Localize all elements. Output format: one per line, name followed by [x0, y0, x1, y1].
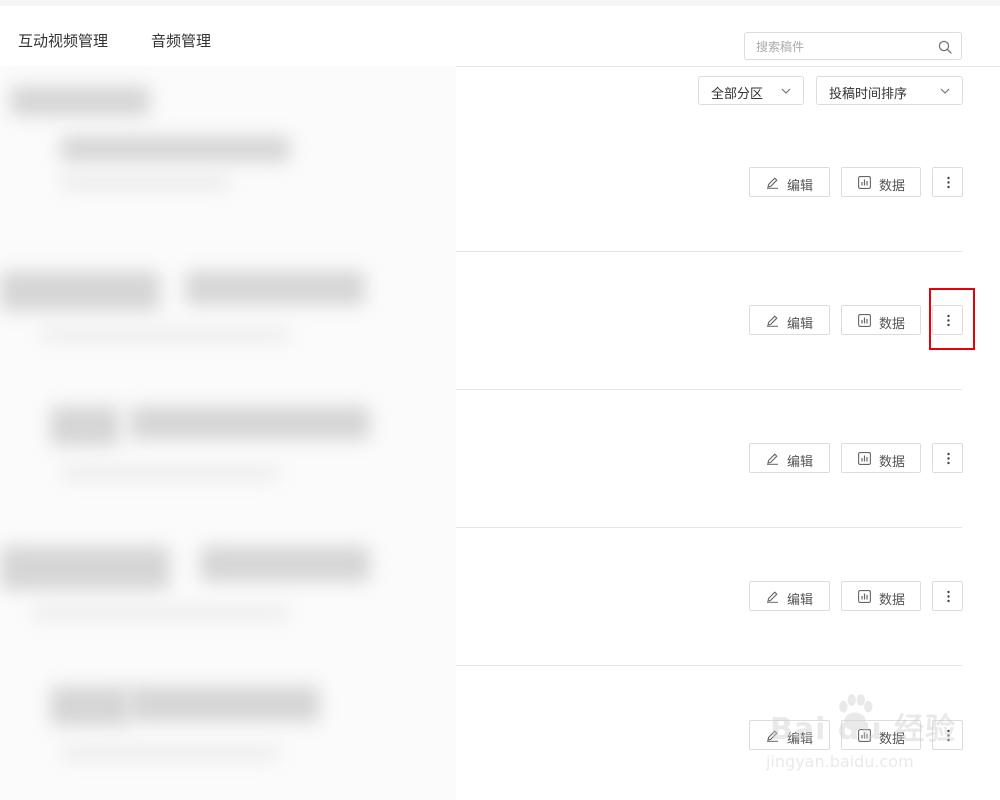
more-button[interactable] — [932, 443, 963, 473]
sort-value: 投稿时间排序 — [829, 87, 908, 102]
more-vertical-icon — [947, 176, 950, 189]
top-nav: 互动视频管理 音频管理 — [0, 6, 1000, 67]
category-filter-dropdown[interactable]: 全部分区 — [698, 76, 804, 105]
data-button-label: 数据 — [879, 593, 906, 608]
video-row: 编辑 数据 — [0, 252, 1000, 390]
pencil-icon — [767, 177, 778, 189]
edit-button-label: 编辑 — [787, 455, 814, 470]
bar-chart-icon — [858, 176, 871, 189]
more-vertical-icon — [947, 452, 950, 465]
edit-button-label: 编辑 — [787, 732, 814, 747]
data-button[interactable]: 数据 — [841, 443, 921, 473]
video-row: 编辑 数据 — [0, 666, 1000, 800]
bar-chart-icon — [858, 452, 871, 465]
edit-button[interactable]: 编辑 — [749, 305, 830, 335]
bar-chart-icon — [858, 314, 871, 327]
blurred-thumbnail — [10, 86, 150, 116]
pencil-icon — [767, 730, 778, 742]
data-button[interactable]: 数据 — [841, 305, 921, 335]
search-input[interactable] — [754, 38, 938, 56]
bar-chart-icon — [858, 590, 871, 603]
video-row: 编辑 数据 — [0, 114, 1000, 252]
more-button[interactable] — [932, 305, 963, 335]
pencil-icon — [767, 453, 778, 465]
data-button[interactable]: 数据 — [841, 720, 921, 750]
sort-dropdown[interactable]: 投稿时间排序 — [816, 76, 963, 105]
more-vertical-icon — [947, 729, 950, 742]
edit-button[interactable]: 编辑 — [749, 581, 830, 611]
edit-button-label: 编辑 — [787, 179, 814, 194]
search-box[interactable] — [744, 32, 962, 60]
data-button-label: 数据 — [879, 179, 906, 194]
data-button-label: 数据 — [879, 317, 906, 332]
pencil-icon — [767, 591, 778, 603]
edit-button-label: 编辑 — [787, 317, 814, 332]
data-button-label: 数据 — [879, 732, 906, 747]
data-button[interactable]: 数据 — [841, 581, 921, 611]
edit-button-label: 编辑 — [787, 593, 814, 608]
more-vertical-icon — [947, 314, 950, 327]
more-button[interactable] — [932, 581, 963, 611]
edit-button[interactable]: 编辑 — [749, 167, 830, 197]
edit-button[interactable]: 编辑 — [749, 720, 830, 750]
content-manager-page: 互动视频管理 音频管理 全部分区 投稿时间排序 — [0, 0, 1000, 800]
chevron-down-icon — [940, 88, 950, 94]
pencil-icon — [767, 315, 778, 327]
edit-button[interactable]: 编辑 — [749, 443, 830, 473]
more-vertical-icon — [947, 590, 950, 603]
bar-chart-icon — [858, 729, 871, 742]
tab-audio[interactable]: 音频管理 — [151, 30, 211, 51]
data-button[interactable]: 数据 — [841, 167, 921, 197]
data-button-label: 数据 — [879, 455, 906, 470]
more-button[interactable] — [932, 167, 963, 197]
tab-interactive-video[interactable]: 互动视频管理 — [18, 30, 108, 51]
category-filter-value: 全部分区 — [711, 87, 764, 102]
video-row: 编辑 数据 — [0, 528, 1000, 666]
video-row: 编辑 数据 — [0, 390, 1000, 528]
more-button[interactable] — [932, 720, 963, 750]
search-icon[interactable] — [938, 40, 952, 54]
chevron-down-icon — [781, 88, 791, 94]
